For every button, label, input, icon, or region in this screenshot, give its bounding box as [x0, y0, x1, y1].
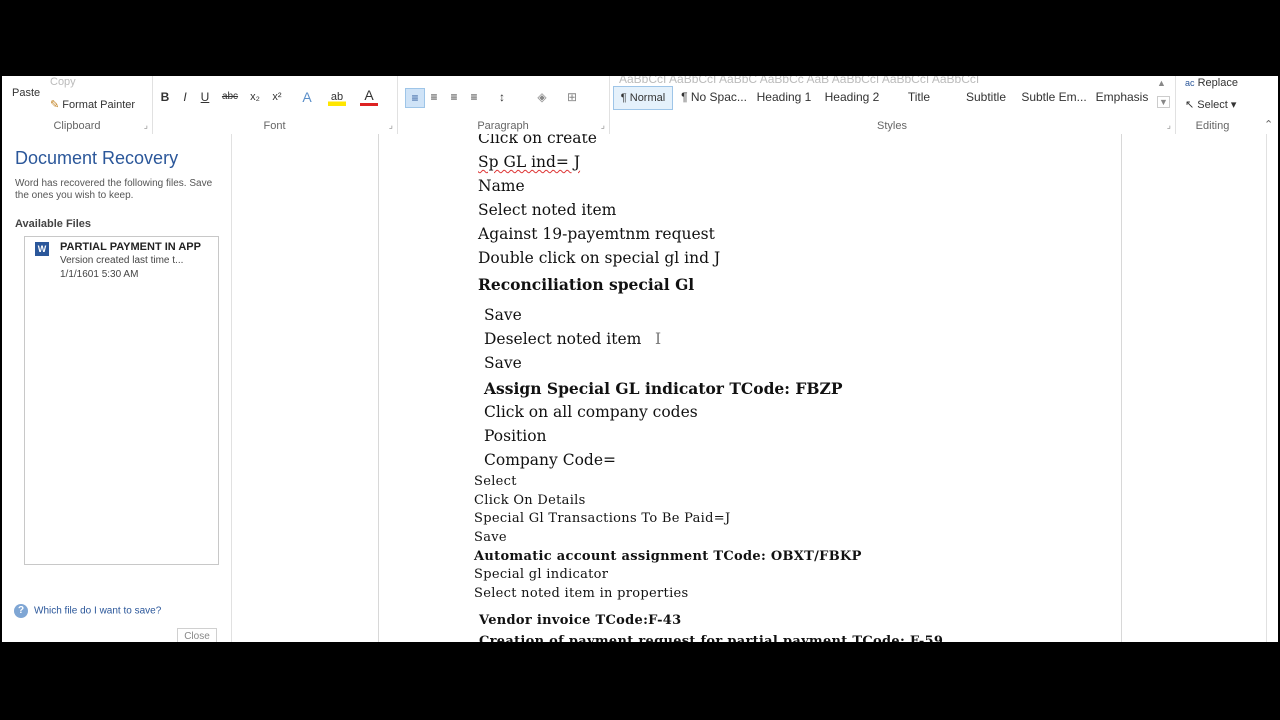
- replace-button[interactable]: ac Replace: [1185, 77, 1238, 89]
- paragraph-group-label: Paragraph: [477, 120, 529, 132]
- doc-line: Save: [484, 306, 522, 324]
- style-subtitle[interactable]: Subtitle: [955, 86, 1017, 108]
- font-color-button[interactable]: A: [360, 88, 378, 106]
- editing-group-label: Editing: [1195, 120, 1230, 132]
- doc-line: Special gl indicator: [474, 567, 609, 582]
- close-button[interactable]: Close: [177, 628, 217, 642]
- help-link[interactable]: ? Which file do I want to save?: [14, 604, 161, 618]
- select-label: Select: [1197, 99, 1228, 111]
- recovery-description: Word has recovered the following files. …: [15, 178, 213, 201]
- doc-line: Double click on special gl ind J: [478, 249, 721, 267]
- doc-heading: Creation of payment request for partial …: [479, 634, 944, 642]
- bold-button[interactable]: B: [156, 88, 174, 106]
- doc-line: Save: [484, 354, 522, 372]
- styles-more-icon[interactable]: ▼: [1157, 96, 1170, 108]
- replace-icon: ac: [1185, 78, 1195, 88]
- subscript-button[interactable]: x₂: [246, 88, 264, 106]
- doc-heading: Reconciliation special Gl: [478, 275, 695, 294]
- help-link-text: Which file do I want to save?: [34, 605, 162, 617]
- styles-preview-strip: AaBbCcI AaBbCcI AaBbC AaBbCc AaB AaBbCcI…: [619, 76, 980, 86]
- align-right-icon[interactable]: ≡: [445, 88, 463, 106]
- editing-group: ac Replace ↖ Select ▾ Editing: [1175, 76, 1250, 134]
- format-painter-label: Format Painter: [62, 99, 136, 111]
- underline-button[interactable]: U: [196, 88, 214, 106]
- help-icon: ?: [14, 604, 28, 618]
- recovered-file-item[interactable]: W PARTIAL PAYMENT IN APP Version created…: [25, 237, 218, 287]
- style-normal[interactable]: ¶ Normal: [613, 86, 673, 110]
- text-effects-button[interactable]: A: [298, 88, 316, 106]
- doc-line: Special Gl Transactions To Be Paid=J: [474, 511, 731, 526]
- doc-line-text: Sp GL ind= J: [478, 153, 581, 171]
- strikethrough-button[interactable]: abc: [218, 88, 242, 106]
- clipboard-group-label: Clipboard: [53, 120, 101, 132]
- document-page[interactable]: Click on create Sp GL ind= J Name Select…: [378, 134, 1122, 642]
- paragraph-launcher-icon[interactable]: ⌟: [601, 120, 605, 131]
- borders-icon[interactable]: ⊞: [563, 88, 581, 106]
- doc-heading: Vendor invoice TCode:F-43: [479, 613, 682, 628]
- font-group: B I U abc x₂ x² A ab A Font ⌟: [152, 76, 398, 134]
- doc-line: Click on create: [478, 134, 597, 147]
- brush-icon: ✎: [50, 99, 60, 111]
- highlight-button[interactable]: ab: [328, 88, 346, 106]
- file-version: Version created last time t...: [60, 255, 184, 266]
- format-painter-button[interactable]: ✎ Format Painter: [50, 98, 135, 111]
- doc-line: Deselect noted item: [484, 330, 642, 348]
- doc-line: Name: [478, 177, 525, 195]
- vertical-scrollbar[interactable]: [1266, 134, 1278, 642]
- replace-label: Replace: [1197, 77, 1238, 89]
- copy-button[interactable]: Copy: [50, 76, 76, 88]
- doc-line: Sp GL ind= J: [478, 153, 580, 171]
- styles-group-label: Styles: [877, 120, 907, 132]
- cursor-icon: ↖: [1185, 99, 1195, 111]
- available-files-label: Available Files: [15, 218, 92, 230]
- collapse-ribbon-icon[interactable]: ⌃: [1264, 118, 1273, 131]
- font-launcher-icon[interactable]: ⌟: [389, 120, 393, 131]
- document-area: Click on create Sp GL ind= J Name Select…: [232, 134, 1278, 642]
- style-no-spacing[interactable]: ¶ No Spac...: [681, 86, 747, 108]
- doc-line: Against 19-payemtnm request: [478, 225, 715, 243]
- clipboard-launcher-icon[interactable]: ⌟: [144, 120, 148, 131]
- align-center-icon[interactable]: ≡: [425, 88, 443, 106]
- styles-scroll-up-icon[interactable]: ▲: [1157, 78, 1166, 88]
- font-group-label: Font: [263, 120, 286, 132]
- doc-line: Click on all company codes: [484, 403, 698, 421]
- doc-line: Save: [474, 530, 507, 545]
- align-left-icon[interactable]: ≡: [405, 88, 425, 108]
- clipboard-group: Copy Paste ✎ Format Painter Clipboard ⌟: [2, 76, 153, 134]
- justify-icon[interactable]: ≡: [465, 88, 483, 106]
- file-name: PARTIAL PAYMENT IN APP: [60, 241, 201, 253]
- doc-line: Click On Details: [474, 493, 586, 508]
- paragraph-group: ≡ ≡ ≡ ≡ ↕ ◈ ⊞ Paragraph ⌟: [397, 76, 610, 134]
- document-recovery-pane: Document Recovery Word has recovered the…: [2, 134, 232, 642]
- recovery-title: Document Recovery: [15, 148, 179, 168]
- italic-button[interactable]: I: [176, 88, 194, 106]
- file-date: 1/1/1601 5:30 AM: [60, 269, 139, 280]
- doc-line: Position: [484, 427, 547, 445]
- doc-line: Select: [474, 474, 517, 489]
- superscript-button[interactable]: x²: [268, 88, 286, 106]
- doc-line: Select noted item: [478, 201, 617, 219]
- select-button[interactable]: ↖ Select ▾: [1185, 98, 1236, 111]
- shading-icon[interactable]: ◈: [533, 88, 551, 106]
- style-heading-1[interactable]: Heading 1: [753, 86, 815, 108]
- text-cursor-icon: I: [655, 330, 662, 348]
- style-title[interactable]: Title: [889, 86, 949, 108]
- word-document-icon: W: [35, 242, 49, 256]
- style-heading-2[interactable]: Heading 2: [821, 86, 883, 108]
- doc-line: Select noted item in properties: [474, 586, 689, 601]
- word-window: Copy Paste ✎ Format Painter Clipboard ⌟ …: [2, 76, 1278, 642]
- line-spacing-icon[interactable]: ↕: [493, 88, 511, 106]
- style-emphasis[interactable]: Emphasis: [1091, 86, 1153, 108]
- doc-heading: Automatic account assignment TCode: OBXT…: [474, 549, 862, 564]
- doc-line: Company Code=: [484, 451, 616, 469]
- styles-launcher-icon[interactable]: ⌟: [1167, 120, 1171, 131]
- styles-group: AaBbCcI AaBbCcI AaBbC AaBbCc AaB AaBbCcI…: [609, 76, 1176, 134]
- ribbon: Copy Paste ✎ Format Painter Clipboard ⌟ …: [2, 76, 1278, 135]
- style-subtle-emphasis[interactable]: Subtle Em...: [1021, 86, 1087, 108]
- doc-heading: Assign Special GL indicator TCode: FBZP: [484, 379, 843, 398]
- paste-button[interactable]: Paste: [12, 87, 40, 99]
- recovered-files-list: W PARTIAL PAYMENT IN APP Version created…: [24, 236, 219, 565]
